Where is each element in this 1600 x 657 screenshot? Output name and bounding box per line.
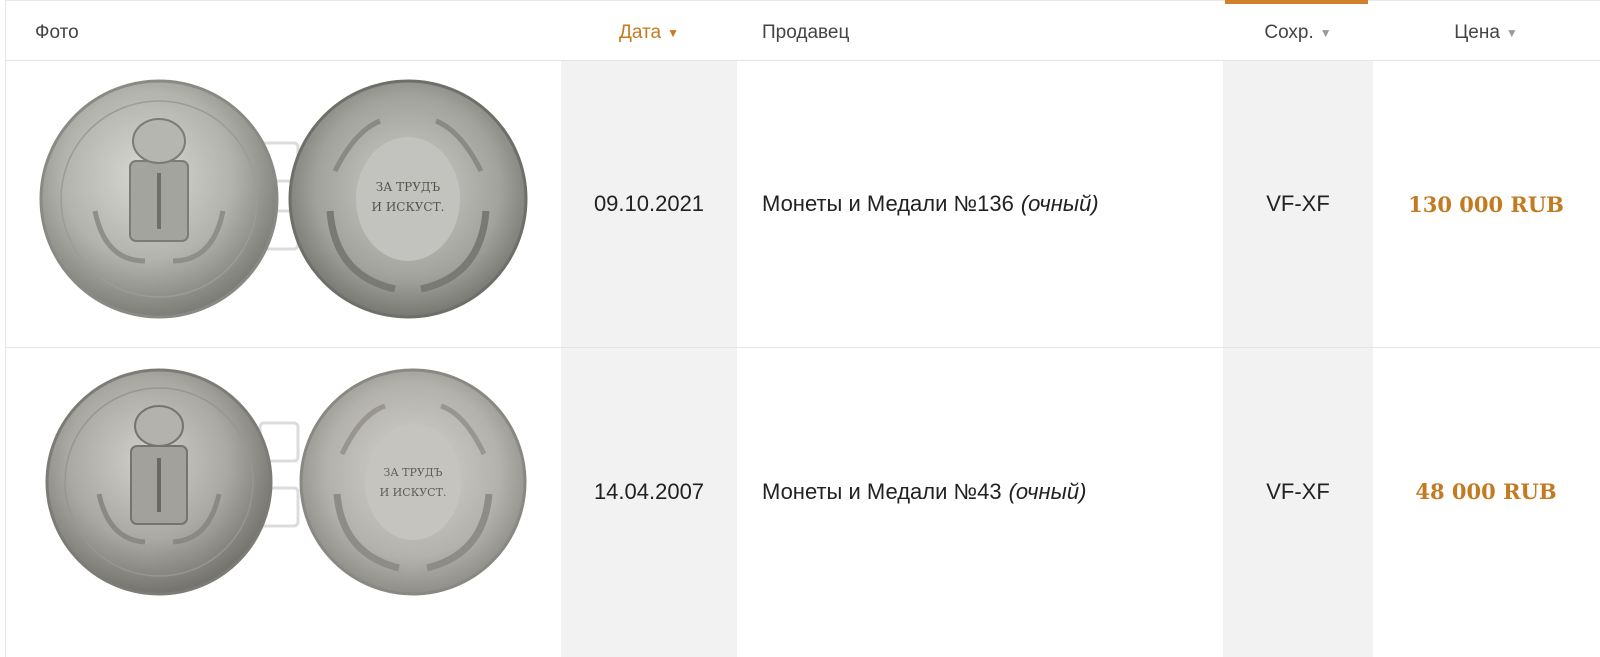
sort-caret-icon: ▼ xyxy=(1505,25,1518,40)
lot-seller[interactable]: Монеты и Медали №136 (очный) xyxy=(762,61,1202,347)
column-photo: Фото xyxy=(35,4,79,61)
lot-date: 14.04.2007 xyxy=(593,478,705,504)
column-seller: Продавец xyxy=(762,4,849,61)
column-date-label: Дата xyxy=(619,21,662,43)
seller-name[interactable]: Монеты и Медали №136 xyxy=(762,191,1014,217)
svg-text:ЗА ТРУДЪ: ЗА ТРУДЪ xyxy=(376,180,441,194)
svg-text:ЗА ТРУДЪ: ЗА ТРУДЪ xyxy=(383,466,442,479)
lot-price: 48 000 RUB xyxy=(1415,479,1557,504)
sort-caret-icon: ▼ xyxy=(1319,25,1332,40)
lot-price: 130 000 RUB xyxy=(1408,191,1564,217)
column-condition-label: Сохр. xyxy=(1264,21,1314,43)
lot-condition: VF-XF xyxy=(1266,191,1330,216)
lot-seller[interactable]: Монеты и Медали №43 (очный) xyxy=(762,348,1202,635)
medal-image: ЗА ТРУДЪ И ИСКУСТ. xyxy=(45,368,527,596)
seller-name[interactable]: Монеты и Медали №43 xyxy=(762,479,1002,505)
svg-text:И ИСКУСТ.: И ИСКУСТ. xyxy=(372,200,445,214)
column-price-label: Цена xyxy=(1454,21,1500,43)
medal-image: ЗА ТРУДЪ И ИСКУСТ. xyxy=(39,79,528,319)
lot-condition: VF-XF xyxy=(1266,478,1330,504)
sort-by-condition[interactable]: Сохр. ▼ xyxy=(1223,4,1373,61)
table-header: Фото Дата ▼ Продавец Сохр. ▼ Цена ▼ xyxy=(5,4,1600,61)
sort-by-date[interactable]: Дата ▼ xyxy=(561,4,737,61)
lot-photo[interactable]: ЗА ТРУДЪ И ИСКУСТ. xyxy=(35,348,545,657)
lot-date: 09.10.2021 xyxy=(593,191,705,216)
lot-photo[interactable]: ЗА ТРУДЪ И ИСКУСТ. xyxy=(35,61,545,347)
svg-text:И ИСКУСТ.: И ИСКУСТ. xyxy=(380,486,447,499)
column-photo-label: Фото xyxy=(35,21,79,43)
auction-mode: (очный) xyxy=(1020,191,1099,216)
auction-mode: (очный) xyxy=(1008,478,1087,504)
table-row[interactable]: ЗА ТРУДЪ И ИСКУСТ. 14.04.2007 Монеты и М… xyxy=(5,348,1600,657)
sort-desc-icon: ▼ xyxy=(667,25,679,40)
table-row[interactable]: ЗА ТРУДЪ И ИСКУСТ. 09.10.2021 Монеты и М… xyxy=(5,61,1600,348)
sort-by-price[interactable]: Цена ▼ xyxy=(1373,4,1599,61)
column-seller-label: Продавец xyxy=(762,21,850,43)
